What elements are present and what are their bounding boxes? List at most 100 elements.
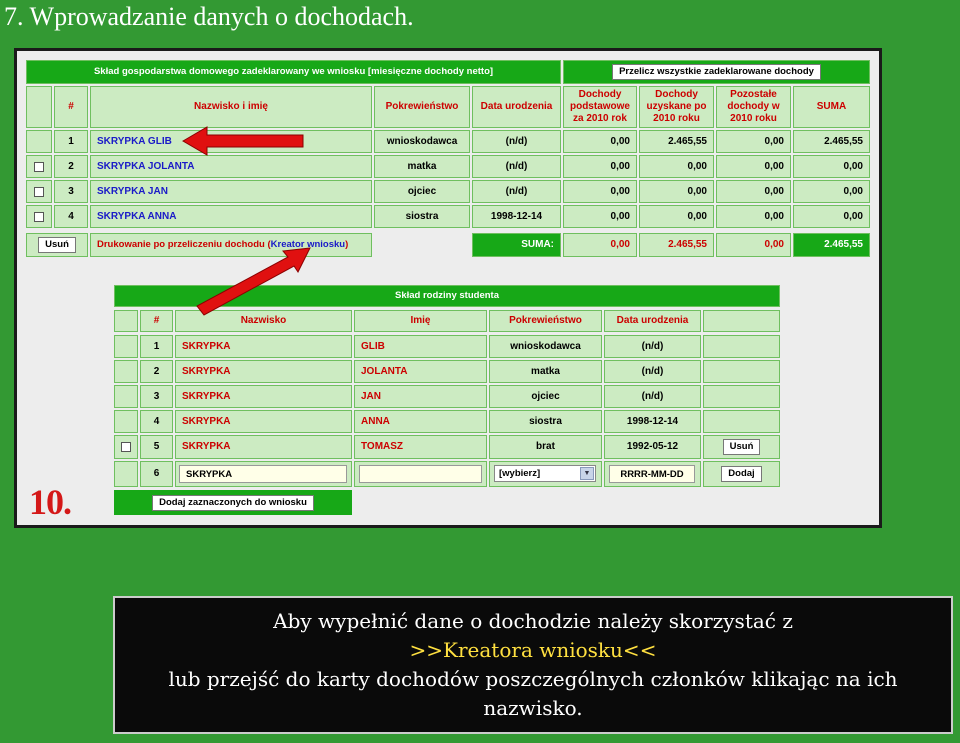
row-birth: (n/d): [472, 180, 561, 203]
delete-cell: Usuń: [26, 233, 88, 257]
row-after: 0,00: [639, 205, 714, 228]
info-line-1: Aby wypełnić dane o dochodzie należy sko…: [273, 609, 793, 633]
family-firstname-link[interactable]: JAN: [354, 385, 487, 408]
row-checkbox-cell: [26, 180, 52, 203]
info-box: Aby wypełnić dane o dochodzie należy sko…: [113, 596, 953, 734]
row-relation: ojciec: [374, 180, 470, 203]
col-header-action: [703, 310, 780, 332]
row-num: 4: [54, 205, 88, 228]
row-action-cell: [703, 360, 780, 383]
row-birth: (n/d): [604, 385, 701, 408]
row-checkbox-cell: [114, 385, 138, 408]
row-other: 0,00: [716, 205, 791, 228]
wizard-link[interactable]: Kreator wniosku: [271, 239, 345, 251]
add-cell: Dodaj: [703, 461, 780, 487]
col-header-num: #: [54, 86, 88, 128]
header-checkbox-col: [114, 310, 138, 332]
recalc-all-button[interactable]: Przelicz wszystkie zadeklarowane dochody: [612, 64, 821, 80]
print-text-end: ): [345, 239, 349, 250]
slide-title: 7. Wprowadzanie danych o dochodach.: [4, 2, 414, 31]
info-line-3: lub przejść do karty dochodów poszczegól…: [168, 667, 898, 691]
header-checkbox-col: [26, 86, 52, 128]
row-other: 0,00: [716, 180, 791, 203]
add-member-button[interactable]: Dodaj: [721, 466, 762, 482]
household-header: Skład gospodarstwa domowego zadeklarowan…: [26, 60, 561, 84]
new-relation-select[interactable]: [wybierz] ▼: [494, 465, 596, 482]
row-after: 0,00: [639, 180, 714, 203]
add-selected-button[interactable]: Dodaj zaznaczonych do wniosku: [152, 494, 314, 511]
new-birth-input[interactable]: RRRR-MM-DD: [609, 465, 695, 483]
app-screenshot: Skład gospodarstwa domowego zadeklarowan…: [14, 48, 882, 528]
print-text: Drukowanie po przeliczeniu dochodu (: [97, 239, 271, 250]
row-relation: matka: [374, 155, 470, 178]
row-num: 3: [54, 180, 88, 203]
col-header-num: #: [140, 310, 173, 332]
row-sum: 0,00: [793, 180, 870, 203]
row-basic: 0,00: [563, 205, 637, 228]
row-relation: ojciec: [489, 385, 602, 408]
row-birth: (n/d): [472, 155, 561, 178]
row-relation: siostra: [374, 205, 470, 228]
row-num: 1: [140, 335, 173, 358]
row-checkbox[interactable]: [34, 161, 44, 172]
family-surname-link[interactable]: SKRYPKA: [175, 385, 352, 408]
family-firstname-link[interactable]: GLIB: [354, 335, 487, 358]
row-birth: (n/d): [604, 335, 701, 358]
total-basic: 0,00: [563, 233, 637, 257]
info-line-2: >>Kreatora wniosku<<: [409, 638, 657, 662]
family-surname-link[interactable]: SKRYPKA: [175, 435, 352, 459]
col-header-firstname: Imię: [354, 310, 487, 332]
col-header-relation: Pokrewieństwo: [489, 310, 602, 332]
step-number: 10.: [29, 482, 72, 522]
family-firstname-link[interactable]: JOLANTA: [354, 360, 487, 383]
family-surname-link[interactable]: SKRYPKA: [175, 360, 352, 383]
household-name-link[interactable]: SKRYPKA GLIB: [90, 130, 372, 153]
household-name-link[interactable]: SKRYPKA JAN: [90, 180, 372, 203]
chevron-down-icon[interactable]: ▼: [580, 467, 594, 480]
row-checkbox-cell: [114, 335, 138, 358]
row-birth: (n/d): [604, 360, 701, 383]
delete-button[interactable]: Usuń: [38, 237, 76, 253]
row-other: 0,00: [716, 155, 791, 178]
row-birth: 1998-12-14: [472, 205, 561, 228]
row-checkbox-cell: [114, 435, 138, 459]
household-name-link[interactable]: SKRYPKA ANNA: [90, 205, 372, 228]
row-sum: 0,00: [793, 205, 870, 228]
row-checkbox[interactable]: [34, 211, 44, 222]
row-num: 2: [54, 155, 88, 178]
row-checkbox[interactable]: [121, 442, 131, 452]
family-surname-link[interactable]: SKRYPKA: [175, 335, 352, 358]
row-num: 4: [140, 410, 173, 433]
row-after: 0,00: [639, 155, 714, 178]
row-checkbox-cell: [26, 130, 52, 153]
family-firstname-link[interactable]: ANNA: [354, 410, 487, 433]
col-header-birth: Data urodzenia: [472, 86, 561, 128]
row-action-cell: Usuń: [703, 435, 780, 459]
row-checkbox-cell: [26, 155, 52, 178]
new-surname-input[interactable]: SKRYPKA: [179, 465, 347, 483]
col-header-basic-income: Dochody podstawowe za 2010 rok: [563, 86, 637, 128]
row-relation: brat: [489, 435, 602, 459]
col-header-surname: Nazwisko: [175, 310, 352, 332]
family-surname-link[interactable]: SKRYPKA: [175, 410, 352, 433]
row-relation: siostra: [489, 410, 602, 433]
row-checkbox[interactable]: [34, 186, 44, 197]
row-checkbox-cell: [114, 461, 138, 487]
total-after: 2.465,55: [639, 233, 714, 257]
col-header-relation: Pokrewieństwo: [374, 86, 470, 128]
household-name-link[interactable]: SKRYPKA JOLANTA: [90, 155, 372, 178]
col-header-name: Nazwisko i imię: [90, 86, 372, 128]
row-num: 3: [140, 385, 173, 408]
row-birth: 1998-12-14: [604, 410, 701, 433]
family-firstname-link[interactable]: TOMASZ: [354, 435, 487, 459]
col-header-sum: SUMA: [793, 86, 870, 128]
totals-label: SUMA:: [472, 233, 561, 257]
family-delete-button[interactable]: Usuń: [722, 439, 761, 455]
row-basic: 0,00: [563, 155, 637, 178]
col-header-other-income: Pozostałe dochody w 2010 roku: [716, 86, 791, 128]
row-num: 1: [54, 130, 88, 153]
new-firstname-input[interactable]: [359, 465, 482, 483]
row-relation: matka: [489, 360, 602, 383]
family-header: Skład rodziny studenta: [114, 285, 780, 307]
row-other: 0,00: [716, 130, 791, 153]
